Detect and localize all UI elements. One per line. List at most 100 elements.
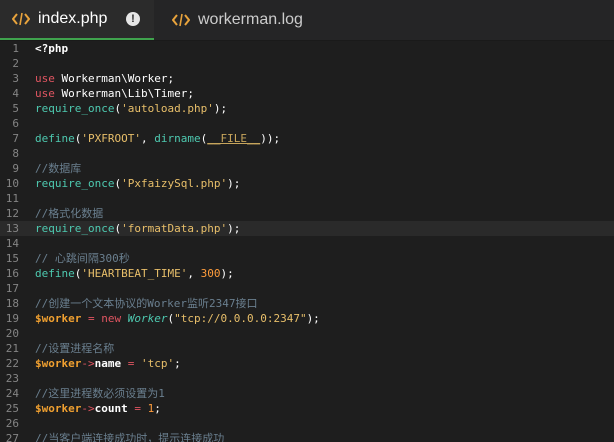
code-token: //设置进程名称 [35, 342, 115, 355]
line-number: 24 [5, 387, 19, 400]
code-line[interactable]: 20 [0, 326, 614, 341]
code-line[interactable]: 19 $worker = new Worker("tcp://0.0.0.0:23… [0, 311, 614, 326]
line-number: 4 [12, 87, 19, 100]
code-token: name [94, 357, 122, 370]
code-token: //创建一个文本协议的Worker监听2347接口 [35, 297, 258, 310]
code-token: 300 [200, 267, 221, 280]
code-token: Workerman\Lib\Timer; [54, 87, 194, 100]
code-line[interactable]: 9 //数据库 [0, 161, 614, 176]
code-line[interactable]: 14 [0, 236, 614, 251]
tab-workerman-log[interactable]: workerman.log [154, 0, 354, 40]
code-line[interactable]: 15 // 心跳间隔300秒 [0, 251, 614, 266]
code-line[interactable]: 3 use Workerman\Worker; [0, 71, 614, 86]
code-text: //创建一个文本协议的Worker监听2347接口 [35, 296, 257, 311]
code-line[interactable]: 4 use Workerman\Lib\Timer; [0, 86, 614, 101]
line-number: 5 [12, 102, 19, 115]
code-token: 'autoload.php' [121, 102, 214, 115]
code-token: -> [81, 402, 95, 415]
code-text: //格式化数据 [35, 206, 103, 221]
code-line[interactable]: 17 [0, 281, 614, 296]
code-editor[interactable]: 1 <?php 2 3 use Workerman\Worker; 4 use Worker… [0, 41, 614, 442]
code-token: ); [227, 177, 241, 190]
code-text: require_once('PxfaizySql.php'); [35, 176, 240, 191]
code-line[interactable]: 11 [0, 191, 614, 206]
code-token: use [35, 72, 55, 85]
code-line[interactable]: 12 //格式化数据 [0, 206, 614, 221]
code-text: require_once('autoload.php'); [35, 101, 227, 116]
code-text: $worker->count = 1; [35, 401, 161, 416]
code-token: //当客户端连接成功时，提示连接成功 [35, 432, 225, 442]
code-text: //数据库 [35, 161, 81, 176]
line-number: 15 [5, 252, 19, 265]
code-token: 'PXFROOT' [81, 132, 141, 145]
code-token: // 心跳间隔300秒 [35, 252, 130, 265]
code-line[interactable]: 21 //设置进程名称 [0, 341, 614, 356]
line-number: 16 [5, 267, 19, 280]
line-number: 1 [12, 42, 19, 55]
code-text: use Workerman\Lib\Timer; [35, 86, 194, 101]
code-line[interactable]: 2 [0, 56, 614, 71]
code-token: //这里进程数必须设置为1 [35, 387, 165, 400]
code-token: 'tcp' [140, 357, 175, 370]
code-token: = [121, 357, 141, 370]
tab-index-php[interactable]: index.php ! [0, 0, 154, 40]
code-line[interactable]: 23 [0, 371, 614, 386]
line-number: 26 [5, 417, 19, 430]
code-token: )); [260, 132, 281, 145]
code-token: Workerman\Worker; [54, 72, 175, 85]
code-text: //设置进程名称 [35, 341, 114, 356]
code-token: <?php [35, 42, 69, 55]
code-icon [172, 13, 190, 27]
code-token: , [187, 267, 201, 280]
line-number: 2 [12, 57, 19, 70]
code-line[interactable]: 22 $worker->name = 'tcp'; [0, 356, 614, 371]
code-line[interactable]: 1 <?php [0, 41, 614, 56]
code-token: $worker [35, 402, 82, 415]
line-number: 3 [12, 72, 19, 85]
code-token: , [140, 132, 155, 145]
code-text: // 心跳间隔300秒 [35, 251, 130, 266]
code-text: $worker = new Worker("tcp://0.0.0.0:2347… [35, 311, 320, 326]
line-number: 10 [5, 177, 19, 190]
code-text: define('PXFROOT', dirname(__FILE__)); [35, 131, 280, 146]
code-token: //数据库 [35, 162, 82, 175]
line-number: 23 [5, 372, 19, 385]
line-number: 22 [5, 357, 19, 370]
line-number: 7 [12, 132, 19, 145]
code-token: Worker [127, 312, 168, 325]
code-line[interactable]: 24 //这里进程数必须设置为1 [0, 386, 614, 401]
code-line[interactable]: 6 [0, 116, 614, 131]
code-icon [12, 12, 30, 26]
code-line[interactable]: 13 require_once('formatData.php'); [0, 221, 614, 236]
code-text: require_once('formatData.php'); [35, 221, 240, 236]
line-number: 25 [5, 402, 19, 415]
code-token: 'HEARTBEAT_TIME' [81, 267, 188, 280]
code-line[interactable]: 26 [0, 416, 614, 431]
code-line[interactable]: 18 //创建一个文本协议的Worker监听2347接口 [0, 296, 614, 311]
code-token: require_once [35, 177, 115, 190]
code-token: new [101, 312, 128, 325]
code-token: 'formatData.php' [121, 222, 228, 235]
line-number: 13 [5, 222, 19, 235]
unsaved-dot-icon[interactable]: ! [126, 12, 140, 26]
line-number: 21 [5, 342, 19, 355]
code-token: ); [227, 222, 241, 235]
code-line[interactable]: 8 [0, 146, 614, 161]
line-number: 12 [5, 207, 19, 220]
code-token: //格式化数据 [35, 207, 104, 220]
code-text: //当客户端连接成功时，提示连接成功 [35, 431, 224, 442]
code-line[interactable]: 27 //当客户端连接成功时，提示连接成功 [0, 431, 614, 442]
code-token: require_once [35, 222, 115, 235]
code-line[interactable]: 7 define('PXFROOT', dirname(__FILE__)); [0, 131, 614, 146]
code-token: ); [220, 267, 234, 280]
code-token: define [35, 132, 75, 145]
code-token: $worker [35, 357, 82, 370]
code-line[interactable]: 5 require_once('autoload.php'); [0, 101, 614, 116]
code-line[interactable]: 25 $worker->count = 1; [0, 401, 614, 416]
code-line[interactable]: 10 require_once('PxfaizySql.php'); [0, 176, 614, 191]
line-number: 11 [5, 192, 19, 205]
code-text: <?php [35, 41, 68, 56]
line-number: 17 [5, 282, 19, 295]
code-line[interactable]: 16 define('HEARTBEAT_TIME', 300); [0, 266, 614, 281]
line-number: 27 [5, 432, 19, 442]
